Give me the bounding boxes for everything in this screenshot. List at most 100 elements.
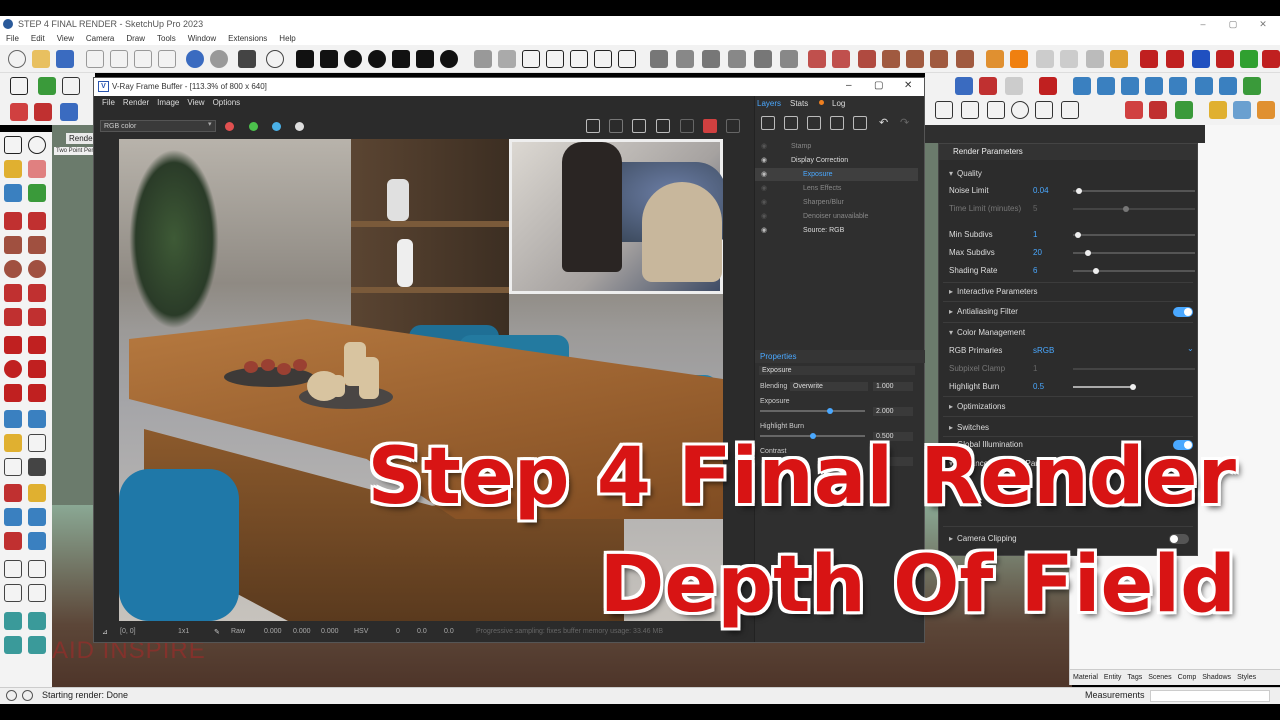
track-mouse-icon[interactable]	[656, 119, 670, 133]
minus-circle-icon[interactable]	[368, 50, 386, 68]
pie-tool-icon[interactable]	[28, 308, 46, 326]
tab-shadows[interactable]: Shadows	[1202, 670, 1231, 685]
alpha-channel-button[interactable]	[295, 122, 304, 131]
layer-display-correction[interactable]: ◉ Display Correction	[755, 154, 918, 167]
box-alt-icon[interactable]	[987, 101, 1005, 119]
delete-layer-icon[interactable]	[784, 116, 798, 130]
minimize-button[interactable]: –	[1188, 16, 1218, 32]
home-view-icon[interactable]	[618, 50, 636, 68]
eye-icon[interactable]: ◉	[761, 224, 767, 237]
menu-help[interactable]: Help	[279, 32, 295, 45]
make-component-icon[interactable]	[38, 77, 56, 95]
vray-render-icon[interactable]	[986, 50, 1004, 68]
advanced-camera-section[interactable]: Advanced Camera Parameters	[949, 459, 1067, 468]
sphere-icon[interactable]	[1011, 101, 1029, 119]
menu-tools[interactable]: Tools	[157, 32, 176, 45]
global-illumination-toggle[interactable]	[1173, 440, 1193, 450]
chevron-down-icon[interactable]: ⌄	[1187, 344, 1194, 353]
highlight-burn-slider[interactable]	[760, 433, 865, 439]
print-icon[interactable]	[238, 50, 256, 68]
drape-tool-icon[interactable]	[28, 636, 46, 654]
new-icon[interactable]	[8, 50, 26, 68]
select-tool-icon[interactable]	[4, 136, 22, 154]
erase-icon[interactable]	[158, 50, 176, 68]
align-icon[interactable]	[1195, 77, 1213, 95]
3d-text-tool-icon[interactable]	[28, 458, 46, 476]
render-image[interactable]	[119, 139, 723, 621]
paste-icon[interactable]	[134, 50, 152, 68]
eyedropper-icon[interactable]: ✎	[214, 628, 220, 636]
top-view-icon[interactable]	[498, 50, 516, 68]
eye-icon[interactable]: ◉	[761, 168, 767, 181]
axes-tool-icon[interactable]	[4, 458, 22, 476]
highlight-burn-slider[interactable]	[1073, 384, 1136, 390]
tab-tags[interactable]: Tags	[1127, 670, 1142, 685]
textured-icon[interactable]	[754, 50, 772, 68]
subpixel-clamp-slider[interactable]	[1073, 368, 1195, 370]
paint-bucket-icon[interactable]	[60, 103, 78, 121]
right-view-icon[interactable]	[546, 50, 564, 68]
component-tool-icon[interactable]	[4, 184, 22, 202]
blending-value-field[interactable]: 1.000	[873, 382, 913, 391]
previous-view-icon[interactable]	[28, 532, 46, 550]
optimizations-section[interactable]: Optimizations	[949, 402, 1005, 411]
walk-tool-icon[interactable]	[28, 560, 46, 578]
cylinder-icon[interactable]	[1061, 101, 1079, 119]
freehand-tool-icon[interactable]	[28, 212, 46, 230]
tab-styles[interactable]: Styles	[1237, 670, 1256, 685]
circle-tool-icon[interactable]	[4, 260, 22, 278]
stamp-tool-icon[interactable]	[4, 636, 22, 654]
box-icon[interactable]	[935, 101, 953, 119]
tab-material[interactable]: Material	[1073, 670, 1098, 685]
time-limit-slider[interactable]	[1073, 206, 1195, 212]
rectangle-tool-icon[interactable]	[4, 236, 22, 254]
move-all-icon[interactable]	[1097, 77, 1115, 95]
back-view-icon[interactable]	[570, 50, 588, 68]
noise-limit-slider[interactable]	[1073, 188, 1195, 194]
redo-icon[interactable]	[210, 50, 228, 68]
no-entry-icon[interactable]	[10, 103, 28, 121]
tab-stats[interactable]: Stats	[790, 99, 808, 108]
protractor-tool-icon[interactable]	[4, 434, 22, 452]
measurements-input[interactable]	[1150, 690, 1270, 702]
section-tool-icon[interactable]	[28, 584, 46, 602]
move-left-icon[interactable]	[1145, 77, 1163, 95]
menu-edit[interactable]: Edit	[31, 32, 45, 45]
distribute-icon[interactable]	[1219, 77, 1237, 95]
load-layers-icon[interactable]	[830, 116, 844, 130]
load-image-icon[interactable]	[609, 119, 623, 133]
layer-list-icon[interactable]	[853, 116, 867, 130]
min-subdivs-slider[interactable]	[1073, 232, 1195, 238]
flag-icon[interactable]	[1005, 77, 1023, 95]
vfb-menu-options[interactable]: Options	[213, 96, 241, 110]
leaf-icon[interactable]	[1175, 101, 1193, 119]
viewport-scene-tab[interactable]: Rende	[66, 133, 96, 144]
cube-blue-icon[interactable]	[1233, 101, 1251, 119]
antialiasing-section[interactable]: Antialiasing Filter	[949, 307, 1018, 316]
open-icon[interactable]	[32, 50, 50, 68]
tab-log[interactable]: Log	[832, 99, 845, 108]
close-button[interactable]: ✕	[1248, 16, 1278, 32]
color-management-section[interactable]: Color Management	[949, 328, 1025, 337]
layer-name-field[interactable]: Exposure	[759, 366, 915, 375]
arrow-red-up-icon[interactable]	[1140, 50, 1158, 68]
flip-edge-icon[interactable]	[930, 50, 948, 68]
arrow-red-right-icon[interactable]	[1262, 50, 1280, 68]
camera-clipping-toggle[interactable]	[1169, 534, 1189, 544]
cube-gold-icon[interactable]	[1209, 101, 1227, 119]
shading-rate-slider[interactable]	[1073, 268, 1195, 274]
exposure-slider[interactable]	[760, 408, 865, 414]
menu-view[interactable]: View	[57, 32, 74, 45]
add-layer-icon[interactable]	[761, 116, 775, 130]
cube-orange-icon[interactable]	[1257, 101, 1275, 119]
section-plane-icon[interactable]	[808, 50, 826, 68]
vray-previous-icon[interactable]	[1060, 50, 1078, 68]
blending-mode-select[interactable]: Overwrite	[790, 382, 868, 391]
text-tool-icon[interactable]	[28, 434, 46, 452]
region-render-icon[interactable]	[632, 119, 646, 133]
copy-icon[interactable]	[110, 50, 128, 68]
tape-tool-icon[interactable]	[4, 410, 22, 428]
polygon-tool-icon[interactable]	[28, 260, 46, 278]
save-image-icon[interactable]	[586, 119, 600, 133]
sandbox-tool-icon[interactable]	[4, 612, 22, 630]
